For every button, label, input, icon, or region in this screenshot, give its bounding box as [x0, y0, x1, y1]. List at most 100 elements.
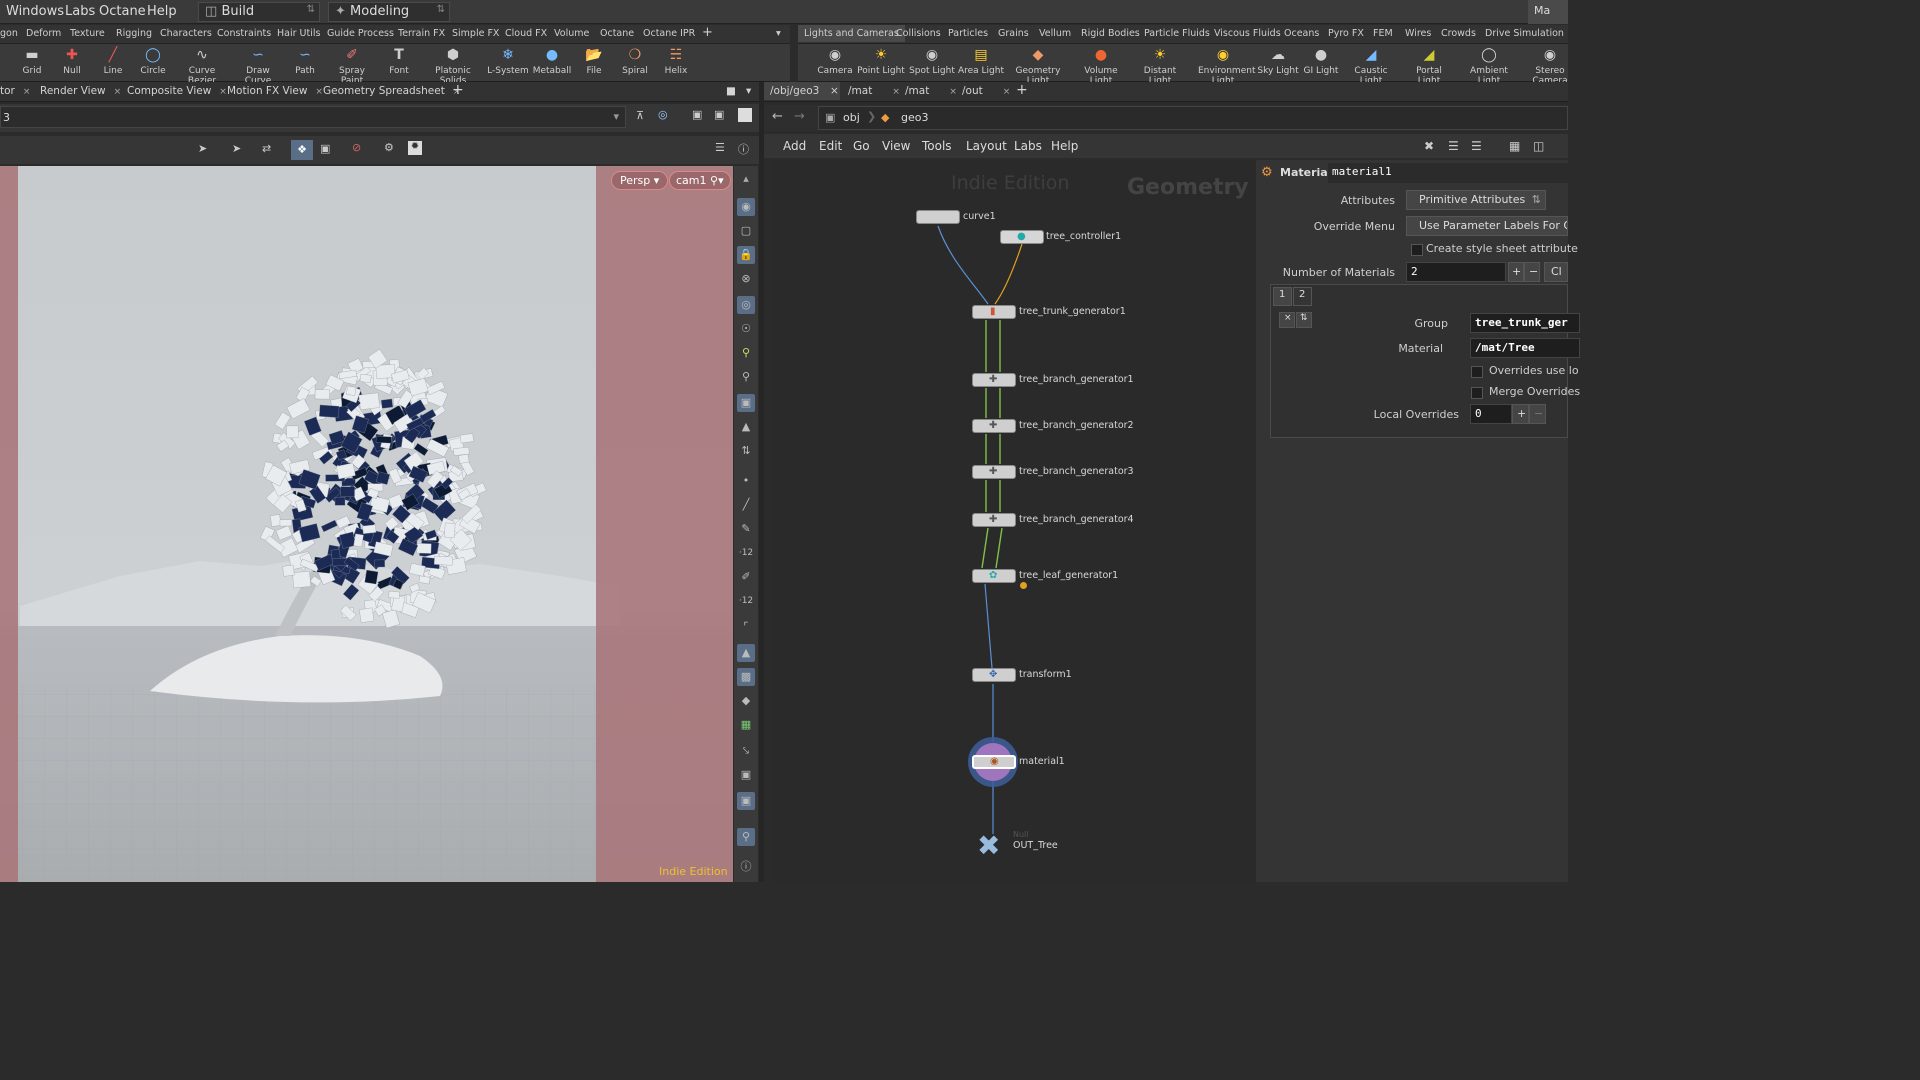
shelf-tab[interactable]: Drive Simulation: [1485, 28, 1564, 39]
close-icon[interactable]: ×: [892, 87, 900, 97]
pane-tab[interactable]: tor ×: [0, 85, 30, 97]
node-tree-branch-generator1[interactable]: ✚: [972, 373, 1016, 387]
shelf-tab[interactable]: Cloud FX: [505, 28, 547, 39]
template-icon[interactable]: ▲: [737, 644, 755, 662]
pane-menu-icon[interactable]: ■: [726, 85, 736, 97]
network-menu-help[interactable]: Help: [1051, 139, 1078, 153]
l-system-tool[interactable]: ❄ L-System: [483, 46, 533, 76]
pane-tab[interactable]: Geometry Spreadsheet ×: [323, 85, 460, 97]
pin-icon[interactable]: ⊼: [636, 109, 644, 122]
shelf-tab[interactable]: Volume: [554, 28, 589, 39]
node-tree-branch-generator4[interactable]: ✚: [972, 513, 1016, 527]
menu-windows[interactable]: Windows: [6, 4, 64, 19]
spray-paint-tool[interactable]: ✐ Spray Paint: [327, 46, 377, 86]
clear-button[interactable]: Cl: [1544, 262, 1568, 282]
chevron-down-icon[interactable]: ▾: [776, 28, 781, 39]
background-icon[interactable]: ▣: [737, 792, 755, 810]
shelf-tab[interactable]: Viscous Fluids: [1214, 28, 1281, 39]
caustic-light-tool[interactable]: ◢ Caustic Light: [1346, 46, 1396, 86]
pane-tab[interactable]: /out ×: [962, 85, 1010, 97]
shelf-tab[interactable]: Octane IPR: [643, 28, 695, 39]
wrench-icon[interactable]: ✖: [1424, 139, 1434, 153]
attributes-dropdown[interactable]: Primitive Attributes ⇅: [1406, 190, 1546, 210]
brush-icon[interactable]: ✐: [737, 568, 755, 586]
network-editor[interactable]: Indie Edition Geometry curve1 ● tree_con…: [770, 160, 1256, 882]
shelf-tab[interactable]: Rigid Bodies: [1081, 28, 1140, 39]
link-icon[interactable]: ◎: [658, 108, 668, 121]
ghost-icon[interactable]: ◎: [737, 296, 755, 314]
list-icon[interactable]: ☰: [1471, 139, 1482, 153]
shelf-tab[interactable]: FEM: [1373, 28, 1393, 39]
merge-overrides-checkbox[interactable]: [1471, 387, 1483, 399]
number-of-materials-field[interactable]: 2: [1406, 262, 1506, 282]
transform-icon[interactable]: ⇄: [262, 142, 271, 155]
add-shelf-icon[interactable]: +: [702, 25, 713, 40]
spot-light-tool[interactable]: ◉ Spot Light: [907, 46, 957, 76]
add-material-icon[interactable]: +: [1508, 262, 1524, 282]
close-icon[interactable]: ×: [830, 85, 839, 97]
pane-tab[interactable]: /mat ×: [848, 85, 900, 97]
select-icon[interactable]: ➤: [198, 142, 207, 155]
shelf-tab[interactable]: Rigging: [116, 28, 152, 39]
number-display-icon[interactable]: ·12: [737, 544, 755, 562]
remove-override-icon[interactable]: −: [1529, 404, 1546, 424]
path-tool[interactable]: ∽ Path: [280, 46, 330, 76]
add-tab-icon[interactable]: +: [1016, 82, 1028, 98]
node-curve1[interactable]: [916, 210, 960, 224]
shading-icon[interactable]: ▢: [737, 222, 755, 240]
null-node-icon[interactable]: ✖: [977, 832, 1000, 860]
shelf-tab[interactable]: Pyro FX: [1328, 28, 1364, 39]
gi-light-tool[interactable]: ● GI Light: [1296, 46, 1346, 76]
pane-tab[interactable]: /mat ×: [905, 85, 957, 97]
shelf-tab[interactable]: Wires: [1405, 28, 1431, 39]
close-icon[interactable]: ×: [114, 87, 122, 97]
desktop-dropdown[interactable]: ◫ Build ⇅: [198, 2, 320, 22]
shelf-tab[interactable]: Particles: [948, 28, 988, 39]
network-menu-tools[interactable]: Tools: [922, 139, 952, 153]
close-icon[interactable]: ×: [315, 87, 323, 97]
camera-tool[interactable]: ◉ Camera: [810, 46, 860, 76]
shelf-tab[interactable]: Grains: [998, 28, 1029, 39]
volume-light-tool[interactable]: ● Volume Light: [1076, 46, 1126, 86]
draw-curve-tool[interactable]: ∽ Draw Curve: [233, 46, 283, 86]
shelf-tab[interactable]: Oceans: [1284, 28, 1319, 39]
lock-icon[interactable]: 🔒: [737, 246, 755, 264]
menu-labs[interactable]: Labs: [65, 4, 95, 19]
tree-view-icon[interactable]: ☰: [1448, 139, 1459, 153]
style-sheet-checkbox[interactable]: [1411, 244, 1423, 256]
pen-icon[interactable]: ✎: [737, 520, 755, 538]
remove-material-icon[interactable]: −: [1524, 262, 1540, 282]
overrides-local-checkbox[interactable]: [1471, 366, 1483, 378]
perspective-menu[interactable]: Persp ▾: [611, 171, 669, 190]
info-icon[interactable]: ⓘ: [737, 858, 755, 876]
shelf-tab[interactable]: Simple FX: [452, 28, 499, 39]
shelf-tab[interactable]: Constraints: [217, 28, 271, 39]
shelf-tab[interactable]: Guide Process: [327, 28, 394, 39]
select-geo-icon[interactable]: ➤: [232, 142, 241, 155]
snapshot-icon[interactable]: ✹: [408, 141, 422, 155]
scene-viewport[interactable]: Persp ▾ cam1 ⚲▾ Indie Edition: [0, 166, 733, 882]
override-menu-dropdown[interactable]: Use Parameter Labels For Ove: [1406, 216, 1568, 236]
help-icon[interactable]: ⓘ: [738, 141, 749, 157]
camera-icon[interactable]: ⚲: [737, 368, 755, 386]
curve-bezier-tool[interactable]: ∿ Curve Bezier: [177, 46, 227, 86]
context-dropdown[interactable]: ✦ Modeling ⇅: [328, 2, 450, 22]
circle-tool[interactable]: ◯ Circle: [128, 46, 178, 76]
group-field[interactable]: tree_trunk_ger: [1470, 313, 1580, 333]
platonic-solids-tool[interactable]: ⬢ Platonic Solids: [428, 46, 478, 86]
font-tool[interactable]: T Font: [374, 46, 424, 76]
no-entry-icon[interactable]: ⊘: [352, 141, 361, 154]
forward-icon[interactable]: →: [794, 109, 805, 124]
menu-octane[interactable]: Octane: [99, 4, 146, 19]
distant-light-tool[interactable]: ☀ Distant Light: [1135, 46, 1185, 86]
add-tab-icon[interactable]: +: [452, 82, 464, 98]
xray-icon[interactable]: ⊗: [737, 270, 755, 288]
network-menu-view[interactable]: View: [882, 139, 910, 153]
shelf-tab[interactable]: Hair Utils: [277, 28, 320, 39]
pane-tab[interactable]: Motion FX View ×: [227, 85, 323, 97]
display-options-icon[interactable]: ☰: [715, 141, 725, 154]
texture-icon[interactable]: ▩: [737, 668, 755, 686]
add-override-icon[interactable]: +: [1512, 404, 1529, 424]
point-light-tool[interactable]: ☀ Point Light: [856, 46, 906, 76]
chevron-down-icon[interactable]: ▾: [746, 85, 751, 97]
